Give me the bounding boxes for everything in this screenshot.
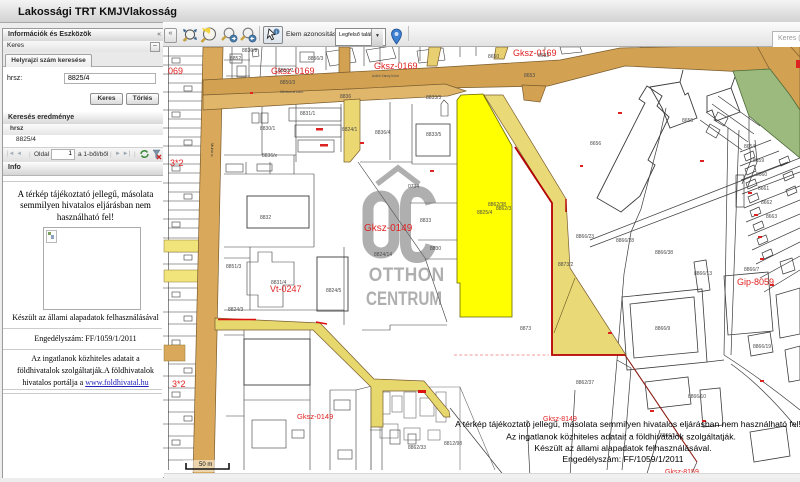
svg-text:8836/4: 8836/4 — [375, 130, 391, 136]
svg-text:8866/13: 8866/13 — [694, 271, 712, 277]
svg-text:8832: 8832 — [260, 215, 271, 221]
svg-text:8866/10: 8866/10 — [688, 394, 706, 400]
svg-text:8831/1: 8831/1 — [300, 111, 316, 117]
svg-text:8866/19: 8866/19 — [753, 344, 771, 350]
svg-text:3*2: 3*2 — [172, 379, 186, 389]
svg-text:8833/3: 8833/3 — [426, 95, 442, 101]
svg-text:Mindszenti körút: Mindszenti körút — [280, 90, 303, 94]
svg-text:8830: 8830 — [430, 246, 441, 252]
svg-text:8833: 8833 — [420, 218, 431, 224]
svg-text:8856/3: 8856/3 — [308, 56, 324, 62]
svg-text:8830/8: 8830/8 — [242, 48, 258, 54]
svg-text:Gksz-0149: Gksz-0149 — [364, 223, 413, 234]
svg-text:8824/5: 8824/5 — [326, 288, 342, 294]
svg-text:8866/23: 8866/23 — [576, 234, 594, 240]
svg-text:8655: 8655 — [682, 118, 693, 124]
svg-text:8663: 8663 — [766, 214, 777, 220]
svg-text:Készült az állami alapadatok f: Készült az állami alapadatok felhasználá… — [534, 443, 711, 453]
svg-text:8833/5: 8833/5 — [426, 132, 442, 138]
svg-text:8850/3: 8850/3 — [280, 80, 296, 86]
svg-text:8873: 8873 — [520, 326, 531, 332]
svg-text:8825/4: 8825/4 — [477, 210, 493, 216]
svg-text:Muhó u.: Muhó u. — [210, 143, 215, 157]
svg-text:8873/2: 8873/2 — [558, 262, 574, 268]
svg-text:8862/38: 8862/38 — [488, 202, 506, 208]
svg-text:Gksz-0169: Gksz-0169 — [513, 48, 557, 58]
svg-text:8812/98: 8812/98 — [444, 441, 462, 447]
svg-text:Az ingatlanok közhiteles adata: Az ingatlanok közhiteles adatait a földh… — [506, 432, 736, 442]
svg-text:8862/33: 8862/33 — [408, 445, 426, 451]
svg-text:Gip-8059: Gip-8059 — [737, 277, 774, 287]
svg-text:8866/7: 8866/7 — [744, 267, 760, 273]
svg-text:8650: 8650 — [488, 54, 499, 60]
svg-text:0734: 0734 — [408, 184, 419, 190]
svg-text:8661: 8661 — [758, 186, 769, 192]
svg-text:8866/28: 8866/28 — [616, 238, 634, 244]
svg-text:8866/9: 8866/9 — [655, 326, 671, 332]
svg-text:3*2: 3*2 — [170, 158, 184, 168]
svg-text:069: 069 — [168, 66, 183, 76]
svg-text:8866/38: 8866/38 — [655, 250, 673, 256]
svg-text:8653: 8653 — [524, 73, 535, 79]
svg-text:8682: 8682 — [538, 53, 549, 59]
svg-text:8660: 8660 — [756, 172, 767, 178]
svg-text:8659: 8659 — [753, 158, 764, 164]
svg-text:8852: 8852 — [230, 56, 241, 62]
svg-text:8656: 8656 — [590, 141, 601, 147]
svg-text:8830/1: 8830/1 — [260, 126, 276, 132]
svg-text:A térkép tájékoztató jellegű,: A térkép tájékoztató jellegű, másolata s… — [455, 419, 800, 429]
svg-text:CENTRUM: CENTRUM — [366, 287, 442, 309]
svg-text:8824/1: 8824/1 — [342, 127, 358, 133]
svg-text:50 m: 50 m — [199, 462, 212, 468]
svg-text:8824/14: 8824/14 — [374, 252, 392, 258]
svg-text:8836: 8836 — [340, 94, 351, 100]
svg-text:Aulich Károly körút: Aulich Károly körút — [372, 74, 399, 78]
svg-text:8850/7: 8850/7 — [278, 68, 294, 74]
svg-text:OTTHON: OTTHON — [369, 263, 445, 285]
svg-text:8862/37: 8862/37 — [576, 380, 594, 386]
svg-text:8654: 8654 — [744, 144, 755, 150]
svg-text:8851/3: 8851/3 — [226, 264, 242, 270]
svg-text:8831/4: 8831/4 — [271, 280, 287, 286]
svg-text:Gksz-0169: Gksz-0169 — [374, 61, 418, 71]
svg-text:8824/3: 8824/3 — [228, 307, 244, 313]
svg-text:Engedélyszám: FF/1059/1/2011: Engedélyszám: FF/1059/1/2011 — [562, 454, 683, 464]
svg-text:Gksz-0149: Gksz-0149 — [297, 412, 333, 421]
svg-text:8662: 8662 — [761, 200, 772, 206]
svg-text:8836/x: 8836/x — [262, 153, 278, 159]
